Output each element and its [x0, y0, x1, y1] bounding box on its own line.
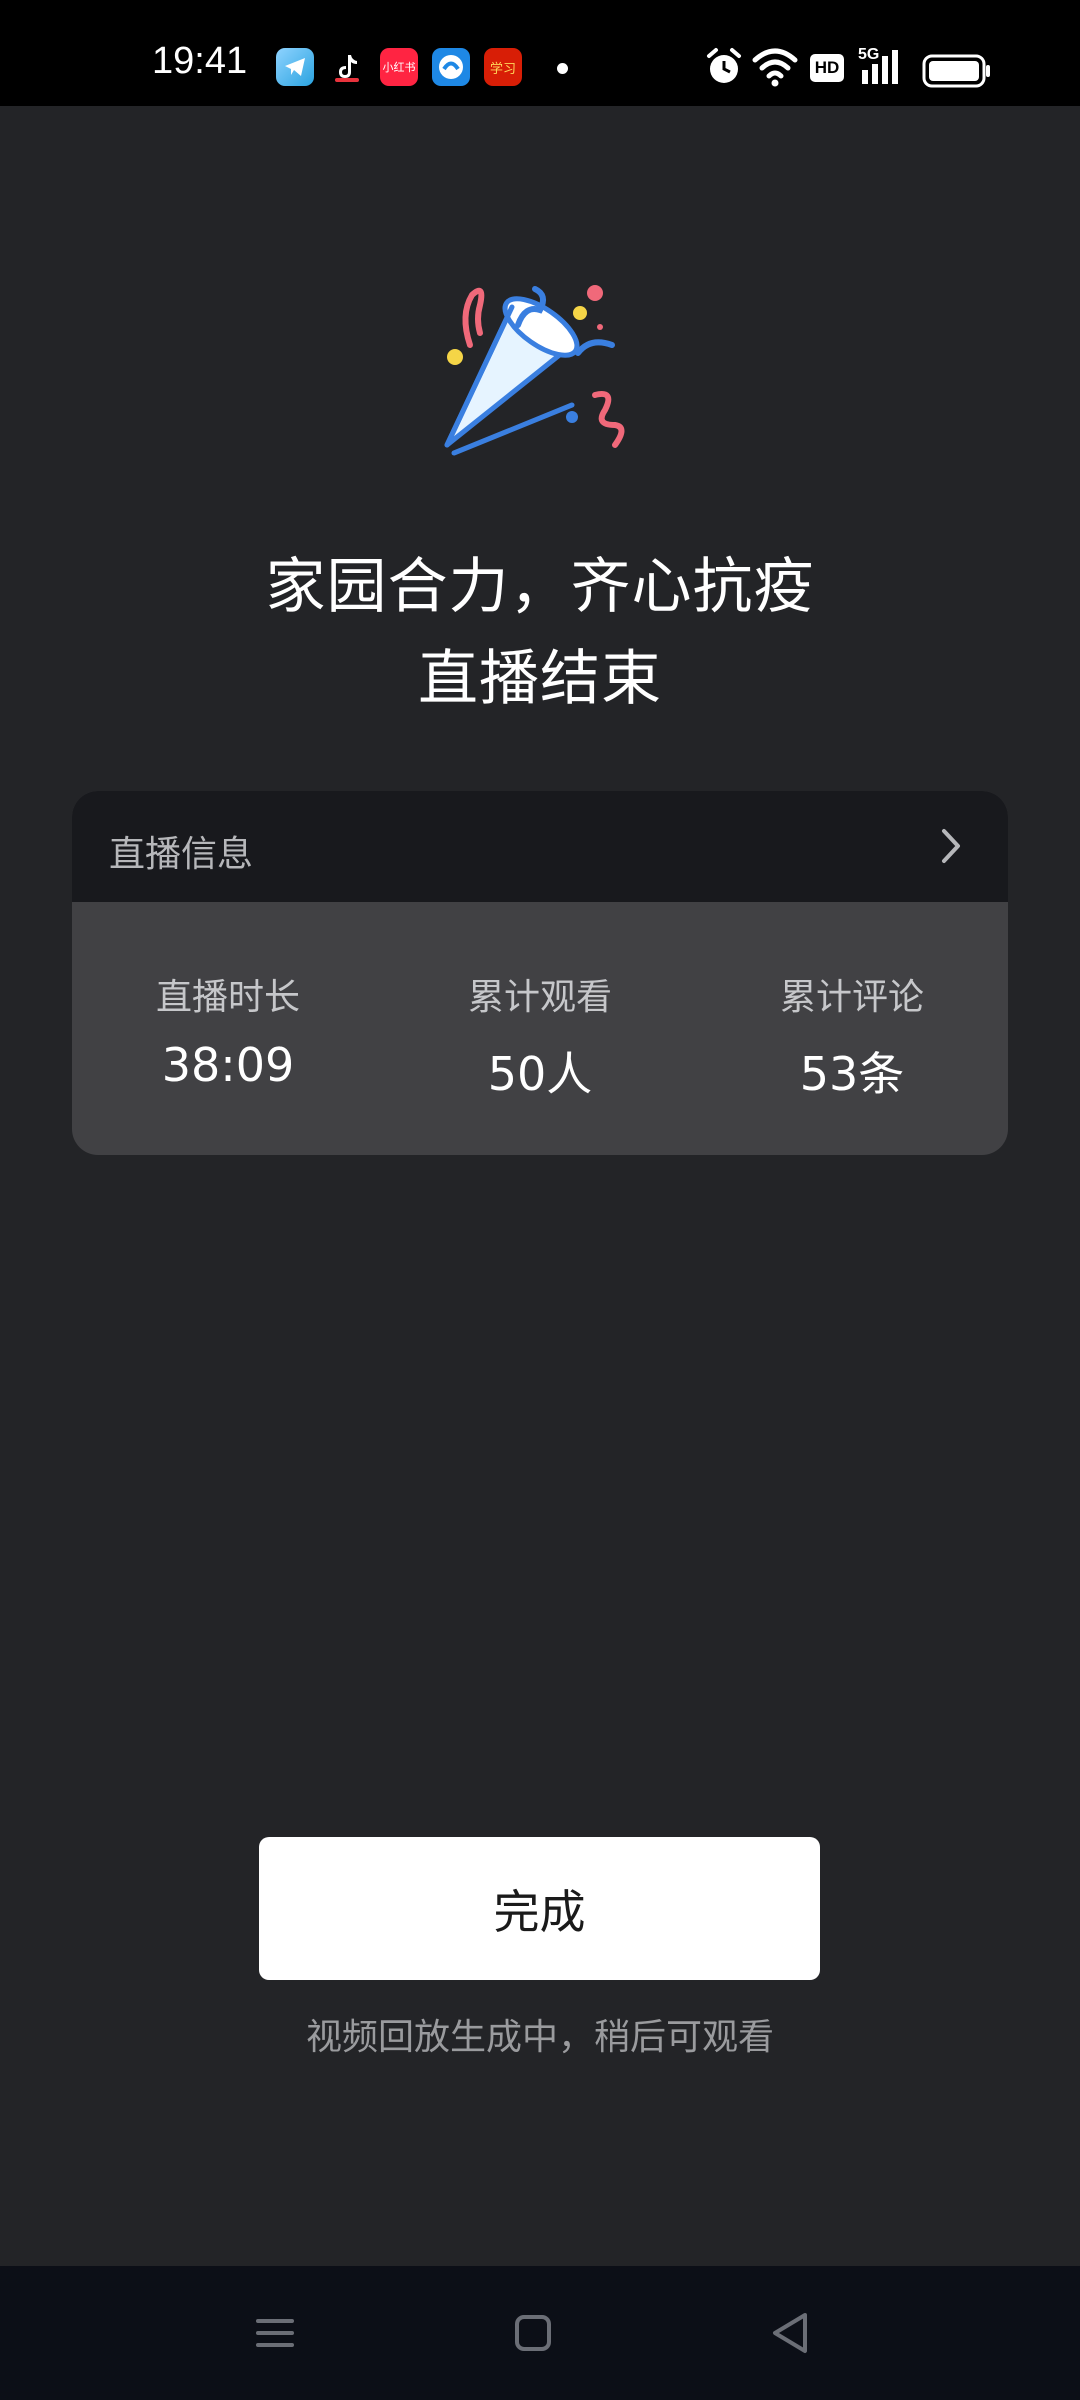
telegram-icon — [276, 48, 314, 86]
xiaohongshu-icon: 小红书 — [380, 48, 418, 86]
home-icon[interactable] — [503, 2303, 563, 2363]
stat-duration: 直播时长 38:09 — [72, 968, 384, 1092]
stat-comments-value: 53条 — [799, 1047, 905, 1101]
live-info-card: 直播信息 直播时长 38:09 累计观看 50人 累计评论 53条 — [72, 791, 1008, 1155]
navigation-bar — [0, 2266, 1080, 2400]
tiktok-icon — [328, 48, 366, 86]
hd-label: HD — [814, 58, 840, 77]
status-bar: 19:41 小红书 学习 HD 5G — [0, 0, 1080, 106]
live-title: 家园合力，齐心抗疫 — [265, 552, 815, 622]
live-ended-heading: 直播结束 — [418, 644, 662, 714]
stat-viewers-value: 50人 — [487, 1047, 593, 1101]
battery-icon — [922, 54, 990, 88]
5g-signal-icon: 5G — [858, 46, 904, 88]
live-info-header[interactable]: 直播信息 — [72, 791, 1008, 902]
notification-dot — [557, 63, 568, 74]
stat-duration-value: 38:09 — [161, 1038, 295, 1092]
stat-duration-label: 直播时长 — [155, 977, 300, 1018]
network-label: 5G — [858, 46, 880, 63]
browser-icon — [432, 48, 470, 86]
replay-hint: 视频回放生成中，稍后可观看 — [305, 2017, 774, 2058]
hd-icon: HD — [810, 54, 844, 82]
stat-comments-label: 累计评论 — [779, 977, 924, 1018]
stat-comments: 累计评论 53条 — [696, 968, 1008, 1104]
live-info-label: 直播信息 — [109, 834, 254, 875]
done-button[interactable]: 完成 — [259, 1837, 820, 1980]
alarm-icon — [707, 48, 741, 83]
xuexi-icon: 学习 — [484, 48, 522, 86]
chevron-right-icon — [942, 829, 960, 863]
stat-viewers: 累计观看 50人 — [384, 968, 696, 1104]
status-time: 19:41 — [152, 40, 248, 82]
stat-viewers-label: 累计观看 — [467, 977, 612, 1018]
back-icon[interactable] — [761, 2303, 821, 2363]
menu-icon[interactable] — [245, 2303, 305, 2363]
party-popper-icon — [444, 285, 625, 456]
wifi-icon — [752, 48, 798, 87]
